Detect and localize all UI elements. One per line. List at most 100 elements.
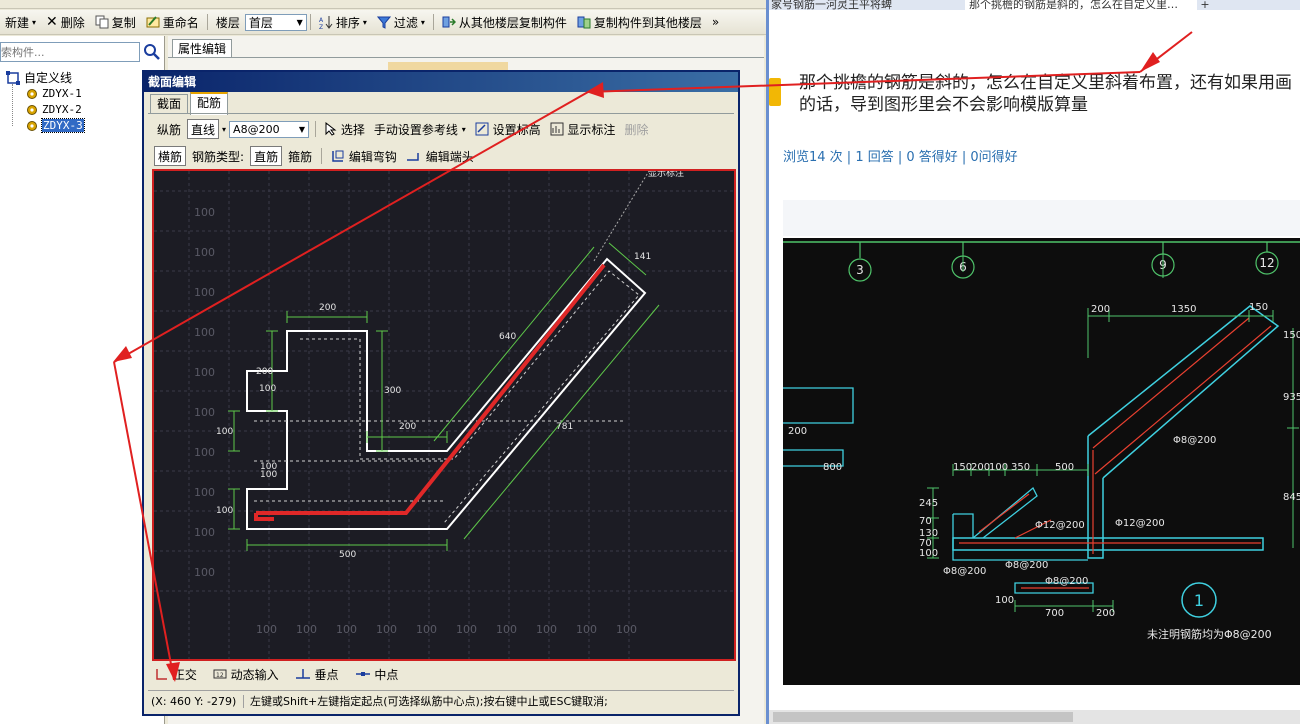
dim-label: 700 [1045, 608, 1064, 619]
ortho-icon [156, 669, 167, 680]
svg-text:Z: Z [319, 24, 323, 29]
show-dimensions-button[interactable]: 显示标注 [547, 120, 619, 138]
custom-line-icon [6, 70, 20, 85]
attached-photo[interactable]: 3 6 9 12 200 1350 150 150 935 845 200 80… [783, 238, 1300, 685]
search-button[interactable] [142, 42, 162, 62]
grid-tick-label: 100 [496, 623, 517, 636]
dialog-title[interactable]: 截面编辑 [144, 72, 738, 92]
grid-tick-label: 100 [194, 286, 215, 299]
floor-label: 楼层 [215, 15, 240, 30]
edit-end-button[interactable]: 编辑端头 [403, 147, 477, 165]
section-drawing-svg: 100 100 100 100 100 100 100 100 100 100 … [154, 171, 734, 659]
floor-select-value: 首层 [248, 15, 273, 30]
select-button[interactable]: 选择 [322, 120, 368, 138]
rebar-spec-select[interactable]: A8@200 ▼ [229, 120, 310, 138]
tree-item-zdyx-3[interactable]: ZDYX-3 [26, 118, 85, 133]
straight-rebar-button[interactable]: 直筋 [250, 146, 283, 166]
scrollbar-thumb[interactable] [773, 712, 1073, 722]
filter-button[interactable]: 过滤 ▾ [372, 14, 430, 31]
edit-hook-button[interactable]: 编辑弯钩 [328, 147, 400, 165]
delete-rebar-button[interactable]: 删除 [621, 120, 651, 138]
tab-section[interactable]: 截面 [150, 94, 189, 114]
horizontal-scrollbar[interactable] [769, 710, 1300, 724]
grid-tick-label: 100 [194, 566, 215, 579]
perpendicular-snap-toggle[interactable]: 垂点 [292, 665, 342, 683]
toolbar-separator [315, 121, 317, 137]
grid-tick-label: 100 [194, 526, 215, 539]
question-marker [769, 78, 781, 106]
grid-tick-label: 100 [376, 623, 397, 636]
structural-drawing-photo: 3 6 9 12 200 1350 150 150 935 845 200 80… [783, 238, 1300, 685]
dropdown-arrow-icon[interactable]: ▾ [222, 125, 226, 134]
new-tab-button[interactable]: + [1197, 0, 1213, 10]
new-button[interactable]: 新建 ▾ [0, 14, 41, 31]
tree-root-custom-line[interactable]: 自定义线 [6, 69, 72, 86]
copy-from-other-label: 从其他楼层复制构件 [458, 15, 567, 30]
filter-icon [376, 16, 391, 29]
set-elevation-label: 设置标高 [492, 122, 541, 137]
stirrup-button[interactable]: 箍筋 [285, 147, 315, 165]
set-elevation-button[interactable]: 设置标高 [472, 120, 544, 138]
filter-label: 过滤 [393, 15, 418, 30]
sort-button[interactable]: A Z 排序 ▾ [314, 14, 372, 31]
tab-property-edit[interactable]: 属性编辑 [172, 39, 233, 58]
new-label: 新建 [5, 15, 30, 30]
browser-tab-1[interactable]: 家号钢筋一河灵王平将蜱 [771, 0, 961, 10]
transverse-rebar-button[interactable]: 横筋 [154, 146, 187, 166]
manual-reference-label: 手动设置参考线 [373, 122, 458, 137]
copy-floor-icon [442, 16, 456, 28]
copy-button[interactable]: 复制 [90, 14, 141, 31]
dim-label: 935 [1283, 392, 1300, 403]
delete-button[interactable]: ✕ 删除 [41, 14, 90, 31]
search-input[interactable] [1, 43, 135, 60]
section-drawing-canvas[interactable]: 100 100 100 100 100 100 100 100 100 100 … [152, 169, 736, 661]
dim-label: 150 [953, 462, 972, 473]
rename-button[interactable]: 重命名 [141, 14, 204, 31]
tab-divider [148, 113, 734, 114]
dropdown-arrow-icon: ▾ [32, 17, 37, 27]
tab-reinforcement[interactable]: 配筋 [190, 92, 229, 115]
component-tree-panel: 自定义线 ZDYX-1 ZDYX-2 ZDYX-3 [0, 36, 165, 724]
line-mode-button[interactable]: 直线 [187, 119, 220, 139]
toolbar-separator [321, 148, 323, 164]
copy-label: 复制 [111, 15, 136, 30]
copy-from-other-floor-button[interactable]: 从其他楼层复制构件 [437, 14, 572, 31]
dim-label: 150 [1283, 330, 1300, 341]
copy-to-other-floor-button[interactable]: 复制构件到其他楼层 [572, 14, 707, 31]
toolbar-overflow-button[interactable]: » [707, 15, 724, 29]
toolbar-separator [432, 14, 434, 30]
photo-top-strip [783, 200, 1300, 236]
toolbar-separator [206, 14, 208, 30]
dimension-icon [550, 122, 564, 136]
dim-label: 640 [499, 332, 516, 342]
dim-label: 300 [384, 386, 401, 396]
dim-label: 845 [1283, 492, 1300, 503]
question-stats[interactable]: 浏览14 次 | 1 回答 | 0 答得好 | 0问得好 [783, 146, 1018, 165]
ortho-toggle[interactable]: 正交 [152, 665, 200, 683]
tab-underline [168, 57, 764, 58]
browser-window: 家号钢筋一河灵王平将蜱 那个挑檐的钢筋是斜的，怎么在自定义里… + 那个挑檐的钢… [766, 0, 1300, 724]
tree-item-zdyx-1[interactable]: ZDYX-1 [26, 87, 82, 100]
manual-reference-line-button[interactable]: 手动设置参考线 ▾ [371, 120, 469, 138]
dim-label: 100 [259, 384, 276, 394]
floor-select[interactable]: 首层 ▼ [244, 13, 307, 31]
grid-tick-label: 100 [616, 623, 637, 636]
tree-item-zdyx-2[interactable]: ZDYX-2 [26, 103, 82, 116]
dim-label: 150 [1249, 302, 1268, 313]
browser-tab-active[interactable]: 那个挑檐的钢筋是斜的，怎么在自定义里… [965, 0, 1197, 10]
dim-label: 100 [919, 548, 938, 559]
dynamic-input-toggle[interactable]: 12 动态输入 [210, 665, 282, 683]
grid-tick-label: 100 [256, 623, 277, 636]
drawing-tools-bar: 正交 12 动态输入 垂点 中点 [152, 665, 401, 683]
dim-label: 1350 [1171, 304, 1196, 315]
elevation-icon [475, 122, 489, 136]
copy-icon [95, 15, 109, 29]
dim-label: 350 [1011, 462, 1030, 473]
grid-tick-label: 100 [194, 486, 215, 499]
rebar-toolbar-row1: 纵筋 直线 ▾ A8@200 ▼ 选择 手动设置参考线 ▾ 设置标高 显示标注 删… [154, 119, 651, 139]
midpoint-snap-toggle[interactable]: 中点 [352, 665, 402, 683]
grid-lines [154, 171, 734, 659]
detail-number: 1 [1194, 591, 1204, 610]
dynamic-input-label: 动态输入 [230, 667, 279, 682]
grid-tick-label: 100 [194, 246, 215, 259]
